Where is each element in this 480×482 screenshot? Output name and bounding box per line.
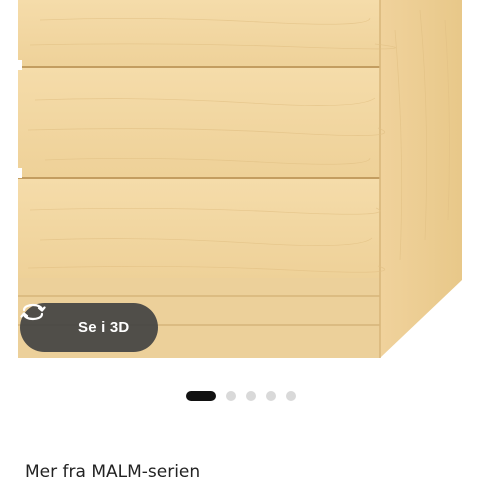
product-image-gallery[interactable]: Se i 3D — [0, 0, 480, 370]
pagination-dot[interactable] — [246, 391, 256, 401]
gallery-pagination — [186, 391, 306, 401]
dresser-side-panel — [380, 0, 462, 358]
pagination-dot[interactable] — [226, 391, 236, 401]
pagination-dot-active[interactable] — [186, 391, 216, 401]
drawer-front — [18, 67, 380, 195]
rotate-3d-icon — [20, 303, 68, 338]
pagination-dot[interactable] — [266, 391, 276, 401]
more-from-series-link[interactable]: Mer fra MALM-serien — [25, 462, 200, 482]
view-in-3d-button[interactable]: Se i 3D — [20, 303, 158, 352]
view-in-3d-label: Se i 3D — [78, 319, 130, 336]
pagination-dot[interactable] — [286, 391, 296, 401]
